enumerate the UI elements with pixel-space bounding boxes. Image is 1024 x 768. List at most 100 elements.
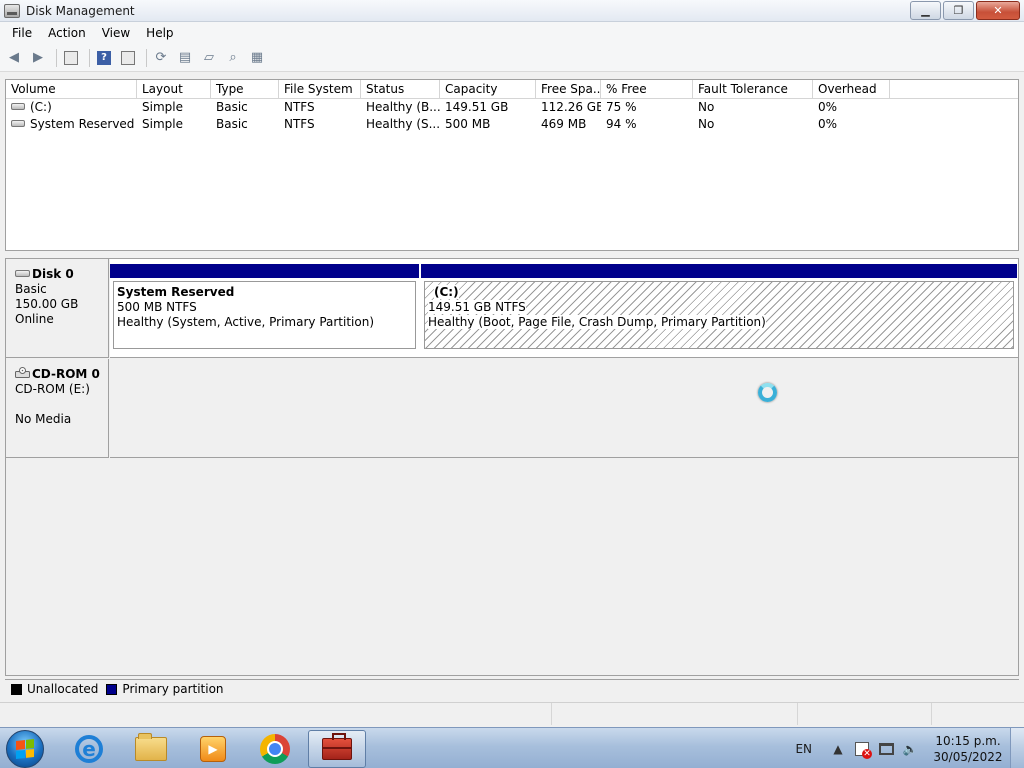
network-button[interactable] bbox=[878, 741, 894, 757]
refresh-icon: ⟳ bbox=[155, 50, 167, 65]
action-pane-icon bbox=[121, 50, 135, 65]
percent-free-cell: 75 % bbox=[606, 100, 637, 114]
show-hide-action-pane-button[interactable] bbox=[118, 48, 138, 68]
taskbar-internet-explorer[interactable]: e bbox=[60, 730, 118, 768]
taskbar-media-player[interactable]: ▶ bbox=[184, 730, 242, 768]
settings-button[interactable]: ▦ bbox=[247, 48, 267, 68]
status-cell: Healthy (B... bbox=[366, 100, 440, 114]
volume-list-header: Volume Layout Type File System Status Ca… bbox=[6, 80, 1018, 99]
free-space-cell: 469 MB bbox=[541, 117, 587, 131]
file-system-cell: NTFS bbox=[284, 100, 315, 114]
taskbar-chrome[interactable] bbox=[246, 730, 304, 768]
layout-cell: Simple bbox=[142, 117, 183, 131]
action-center-button[interactable] bbox=[854, 741, 872, 759]
partition-header-bar bbox=[421, 264, 1017, 278]
menu-action[interactable]: Action bbox=[40, 23, 94, 43]
minimize-button[interactable]: ▁ bbox=[910, 1, 941, 20]
console-tree-icon bbox=[64, 50, 78, 65]
internet-explorer-icon: e bbox=[75, 735, 103, 763]
column-header-overhead[interactable]: Overhead bbox=[813, 80, 890, 99]
column-header-type[interactable]: Type bbox=[211, 80, 279, 99]
refresh-button[interactable]: ⟳ bbox=[151, 48, 171, 68]
toolbar-separator bbox=[146, 48, 147, 67]
open-button[interactable]: ▱ bbox=[199, 48, 219, 68]
column-header-fault-tolerance[interactable]: Fault Tolerance bbox=[693, 80, 813, 99]
partition-c-drive[interactable]: (C:) 149.51 GB NTFS Healthy (Boot, Page … bbox=[421, 259, 1017, 353]
busy-cursor-icon bbox=[758, 383, 777, 402]
taskbar-file-explorer[interactable] bbox=[122, 730, 180, 768]
chevron-up-icon: ▲ bbox=[833, 741, 843, 756]
window-controls: ▁ ❐ ✕ bbox=[908, 1, 1020, 20]
cdrom-0-row: CD-ROM 0 CD-ROM (E:) No Media bbox=[6, 359, 1018, 458]
menu-file[interactable]: File bbox=[4, 23, 40, 43]
taskbar-disk-management[interactable] bbox=[308, 730, 366, 768]
partition-size: 149.51 GB NTFS bbox=[428, 300, 526, 314]
volume-name: System Reserved bbox=[30, 117, 135, 131]
menu-view[interactable]: View bbox=[94, 23, 138, 43]
percent-free-cell: 94 % bbox=[606, 117, 637, 131]
disk-management-icon bbox=[4, 3, 20, 18]
column-header-capacity[interactable]: Capacity bbox=[440, 80, 536, 99]
disk-state: Online bbox=[15, 312, 54, 326]
start-button[interactable] bbox=[6, 730, 44, 768]
column-header-file-system[interactable]: File System bbox=[279, 80, 361, 99]
close-button[interactable]: ✕ bbox=[976, 1, 1020, 20]
disk-0-partitions: System Reserved 500 MB NTFS Healthy (Sys… bbox=[110, 259, 1018, 358]
capacity-cell: 149.51 GB bbox=[445, 100, 509, 114]
cdrom-media-status: No Media bbox=[15, 412, 72, 426]
restore-button[interactable]: ❐ bbox=[943, 1, 974, 20]
status-segment bbox=[0, 703, 552, 725]
volume-cell: (C:) bbox=[6, 99, 137, 116]
column-header-layout[interactable]: Layout bbox=[137, 80, 211, 99]
volume-drive-icon bbox=[11, 120, 25, 127]
taskbar: e ▶ EN ▲ 🔈 10:15 p.m. 30/05/2022 bbox=[0, 727, 1024, 768]
fault-tolerance-cell: No bbox=[698, 117, 715, 131]
back-button[interactable]: ◀ bbox=[4, 48, 24, 68]
cdrom-0-content[interactable] bbox=[110, 359, 1018, 458]
show-hide-console-tree-button[interactable] bbox=[61, 48, 81, 68]
legend-unallocated-label: Unallocated bbox=[27, 682, 99, 696]
find-button[interactable]: ⌕ bbox=[223, 48, 243, 68]
disk-size: 150.00 GB bbox=[15, 297, 79, 311]
column-header-status[interactable]: Status bbox=[361, 80, 440, 99]
system-tray: EN ▲ 🔈 10:15 p.m. 30/05/2022 bbox=[795, 728, 1024, 768]
column-header-free-space[interactable]: Free Spa... bbox=[536, 80, 601, 99]
help-button[interactable]: ? bbox=[94, 48, 114, 68]
overhead-cell: 0% bbox=[818, 117, 838, 131]
restore-icon: ❐ bbox=[953, 4, 964, 17]
partition-system-reserved[interactable]: System Reserved 500 MB NTFS Healthy (Sys… bbox=[110, 259, 419, 353]
volume-list[interactable]: Volume Layout Type File System Status Ca… bbox=[5, 79, 1019, 251]
network-icon bbox=[878, 742, 894, 755]
title-bar[interactable]: Disk Management ▁ ❐ ✕ bbox=[0, 0, 1024, 22]
folder-icon bbox=[135, 733, 167, 761]
table-row[interactable]: (C:) Simple Basic NTFS Healthy (B... 149… bbox=[6, 99, 1018, 116]
properties-icon: ▤ bbox=[178, 50, 192, 65]
language-indicator[interactable]: EN bbox=[795, 742, 812, 756]
cdrom-name: CD-ROM 0 bbox=[32, 367, 100, 381]
partition-body-selected: (C:) 149.51 GB NTFS Healthy (Boot, Page … bbox=[424, 281, 1014, 349]
minimize-icon: ▁ bbox=[921, 4, 930, 17]
partition-size: 500 MB NTFS bbox=[117, 300, 197, 314]
show-hidden-icons-button[interactable]: ▲ bbox=[830, 741, 846, 757]
status-segment bbox=[798, 703, 932, 725]
cdrom-0-label[interactable]: CD-ROM 0 CD-ROM (E:) No Media bbox=[6, 359, 109, 458]
action-center-flag-icon bbox=[855, 741, 872, 759]
column-header-percent-free[interactable]: % Free bbox=[601, 80, 693, 99]
volume-name: (C:) bbox=[30, 100, 52, 114]
volume-button[interactable]: 🔈 bbox=[902, 741, 918, 757]
menu-help[interactable]: Help bbox=[138, 23, 181, 43]
table-row[interactable]: System Reserved Simple Basic NTFS Health… bbox=[6, 116, 1018, 133]
disk-drive-icon bbox=[15, 270, 30, 277]
clock-time: 10:15 p.m. bbox=[935, 733, 1001, 748]
properties-button[interactable]: ▤ bbox=[175, 48, 195, 68]
column-header-volume[interactable]: Volume bbox=[6, 80, 137, 99]
forward-button[interactable]: ▶ bbox=[28, 48, 48, 68]
show-desktop-button[interactable] bbox=[1010, 728, 1024, 768]
fault-tolerance-cell: No bbox=[698, 100, 715, 114]
status-cell: Healthy (S... bbox=[366, 117, 440, 131]
partition-name: System Reserved bbox=[117, 285, 235, 299]
disk-0-label[interactable]: Disk 0 Basic 150.00 GB Online bbox=[6, 259, 109, 358]
clock[interactable]: 10:15 p.m. 30/05/2022 bbox=[926, 733, 1010, 765]
type-cell: Basic bbox=[216, 117, 248, 131]
